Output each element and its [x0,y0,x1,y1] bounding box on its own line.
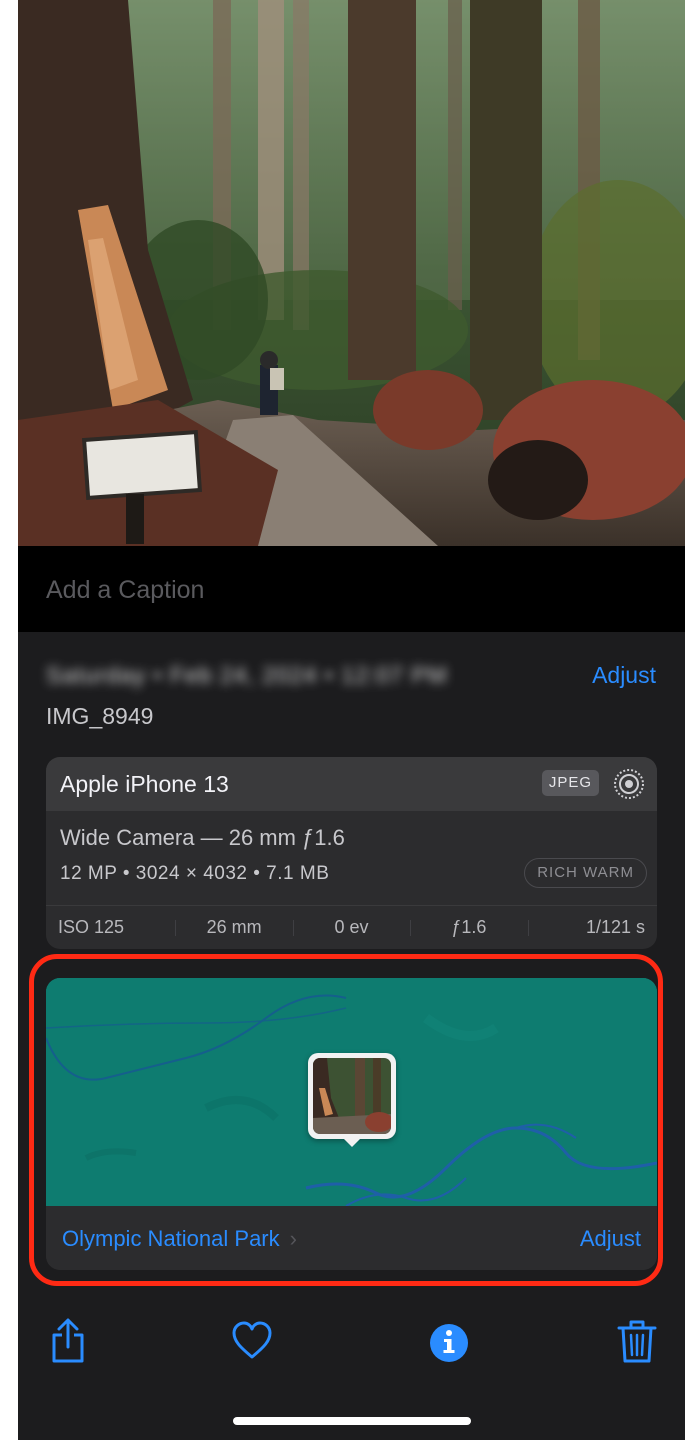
photo[interactable] [18,0,685,546]
location-link[interactable]: Olympic National Park › [62,1226,297,1252]
location-name: Olympic National Park [62,1226,280,1251]
phone-screen: Saturday • Feb 24, 2024 • 12:07 PM Adjus… [18,0,685,1440]
device-name: Apple iPhone 13 [60,771,229,797]
share-icon[interactable] [46,1317,90,1365]
date-time-label: Saturday • Feb 24, 2024 • 12:07 PM [46,662,448,688]
format-badge: JPEG [541,770,599,796]
caption-input[interactable] [46,574,646,606]
exif-card: Apple iPhone 13 JPEG Wide Camera — 26 mm… [46,757,657,949]
trash-icon[interactable] [615,1317,659,1365]
home-indicator[interactable] [233,1417,471,1425]
location-map[interactable] [46,978,657,1206]
aperture-value: ƒ1.6 [410,906,527,949]
filename-label: IMG_8949 [46,703,154,729]
exif-header: Apple iPhone 13 JPEG [46,757,657,811]
map-card[interactable]: Olympic National Park › Adjust [46,978,657,1270]
caption-bar [18,546,685,632]
adjust-date-button[interactable]: Adjust [592,662,656,689]
shutter-speed-value: 1/121 s [527,906,657,949]
iso-value: ISO 125 [58,917,125,937]
image-specs: 12 MP • 3024 × 4032 • 7.1 MB [60,863,330,884]
info-icon[interactable] [427,1317,471,1365]
pin-thumbnail [313,1058,391,1134]
photo-location-pin[interactable] [308,1053,396,1147]
live-photo-icon[interactable] [613,768,645,800]
info-panel: Saturday • Feb 24, 2024 • 12:07 PM Adjus… [18,632,685,1297]
exposure-value: 0 ev [292,906,410,949]
map-footer: Olympic National Park › Adjust [46,1206,657,1270]
exif-values-row: ISO 125 26 mm 0 ev ƒ1.6 1/121 s [46,906,657,949]
photographic-style-badge: RICH WARM [524,858,647,888]
adjust-location-button[interactable]: Adjust [580,1226,641,1252]
heart-icon[interactable] [230,1317,274,1365]
focal-length-value: 26 mm [175,906,292,949]
chevron-right-icon: › [289,1226,297,1251]
pin-tail [342,1137,362,1147]
lens-info: Wide Camera — 26 mm ƒ1.6 [60,825,345,850]
